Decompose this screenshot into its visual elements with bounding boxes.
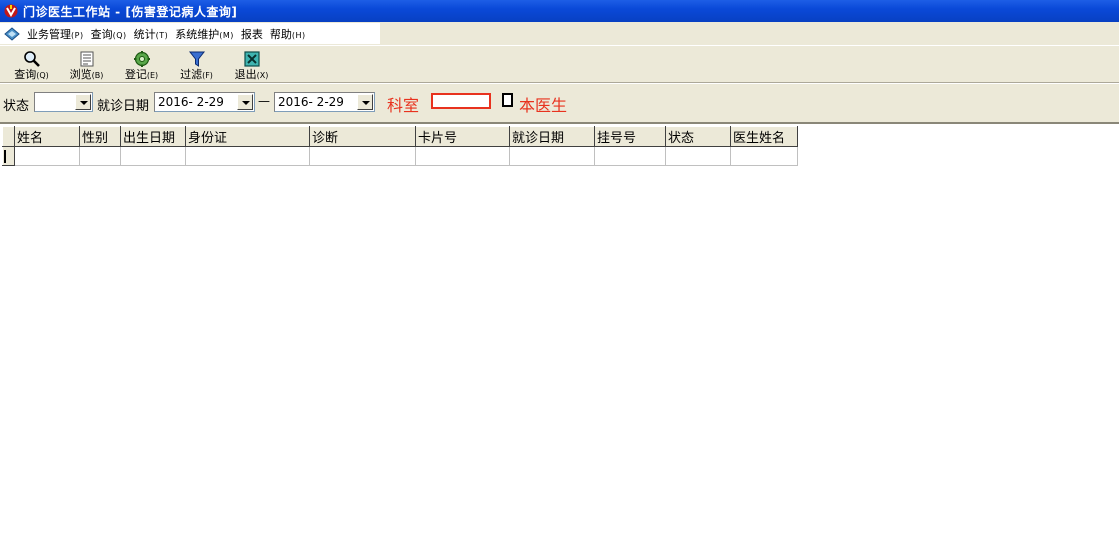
chevron-down-icon[interactable] (357, 94, 373, 110)
filter-bar: 状态 就诊日期 2016- 2-29 — 2016- 2-29 科室 本医生 (0, 84, 1119, 124)
window-title: 门诊医生工作站 - [伤害登记病人查询] (23, 4, 238, 19)
cell-name[interactable] (14, 146, 80, 166)
cell-visit-date[interactable] (509, 146, 595, 166)
column-header-status[interactable]: 状态 (665, 126, 731, 147)
department-label: 科室 (387, 96, 420, 115)
column-header-sex[interactable]: 性别 (79, 126, 121, 147)
column-header-name[interactable]: 姓名 (14, 126, 80, 147)
patient-grid[interactable]: 姓名 性别 出生日期 身份证 诊断 卡片号 就诊日期 挂号号 状态 医生姓名 (2, 126, 798, 166)
visit-date-to-value: 2016- 2-29 (278, 95, 344, 109)
menu-help[interactable]: 帮助(H) (268, 26, 311, 42)
register-gear-icon (133, 51, 150, 67)
department-input[interactable] (431, 93, 491, 109)
chevron-down-icon[interactable] (237, 94, 253, 110)
toolbar: 查询(Q) 浏览(B) 登记(E) 过滤(F) 退出(X) (0, 45, 1119, 83)
cell-registration-number[interactable] (594, 146, 666, 166)
query-button[interactable]: 查询(Q) (4, 46, 59, 82)
cell-diagnosis[interactable] (309, 146, 416, 166)
title-bar: 门诊医生工作站 - [伤害登记病人查询] (0, 0, 1119, 22)
menu-reports[interactable]: 报表 (239, 26, 268, 42)
document-app-icon[interactable] (3, 25, 21, 43)
status-select[interactable] (34, 92, 93, 112)
browse-list-icon (80, 51, 93, 67)
table-row[interactable] (2, 146, 798, 166)
row-indicator-header[interactable] (2, 126, 15, 147)
cell-card-number[interactable] (415, 146, 510, 166)
text-cursor-icon (4, 149, 6, 163)
menu-bar: 业务管理(P) 查询(Q) 统计(T) 系统维护(M) 报表 帮助(H) (0, 22, 1119, 45)
column-header-id-card[interactable]: 身份证 (185, 126, 310, 147)
cell-doctor-name[interactable] (730, 146, 798, 166)
exit-icon (243, 51, 260, 67)
own-doctor-label: 本医生 (519, 96, 568, 115)
column-header-birthdate[interactable]: 出生日期 (120, 126, 186, 147)
cell-id-card[interactable] (185, 146, 310, 166)
cell-birthdate[interactable] (120, 146, 186, 166)
column-header-doctor-name[interactable]: 医生姓名 (730, 126, 798, 147)
cell-status[interactable] (665, 146, 731, 166)
app-logo-icon (4, 4, 18, 18)
column-header-card-number[interactable]: 卡片号 (415, 126, 510, 147)
browse-button[interactable]: 浏览(B) (59, 46, 114, 82)
own-doctor-checkbox[interactable] (502, 93, 513, 107)
filter-button[interactable]: 过滤(F) (169, 46, 224, 82)
date-range-separator: — (258, 94, 270, 108)
visit-date-label: 就诊日期 (97, 99, 150, 114)
magnifier-icon (23, 51, 40, 67)
column-header-registration-number[interactable]: 挂号号 (594, 126, 666, 147)
funnel-icon (188, 51, 205, 67)
status-label: 状态 (3, 99, 30, 114)
menu-query[interactable]: 查询(Q) (89, 26, 132, 42)
visit-date-from-value: 2016- 2-29 (158, 95, 224, 109)
visit-date-from-picker[interactable]: 2016- 2-29 (154, 92, 255, 112)
exit-button[interactable]: 退出(X) (224, 46, 279, 82)
visit-date-to-picker[interactable]: 2016- 2-29 (274, 92, 375, 112)
register-button[interactable]: 登记(E) (114, 46, 169, 82)
menu-system[interactable]: 系统维护(M) (173, 26, 239, 42)
cell-sex[interactable] (79, 146, 121, 166)
menu-business[interactable]: 业务管理(P) (25, 26, 89, 42)
chevron-down-icon[interactable] (75, 94, 91, 110)
grid-header-row: 姓名 性别 出生日期 身份证 诊断 卡片号 就诊日期 挂号号 状态 医生姓名 (2, 126, 798, 147)
column-header-visit-date[interactable]: 就诊日期 (509, 126, 595, 147)
row-indicator[interactable] (2, 146, 15, 166)
column-header-diagnosis[interactable]: 诊断 (309, 126, 416, 147)
menu-statistics[interactable]: 统计(T) (132, 26, 174, 42)
